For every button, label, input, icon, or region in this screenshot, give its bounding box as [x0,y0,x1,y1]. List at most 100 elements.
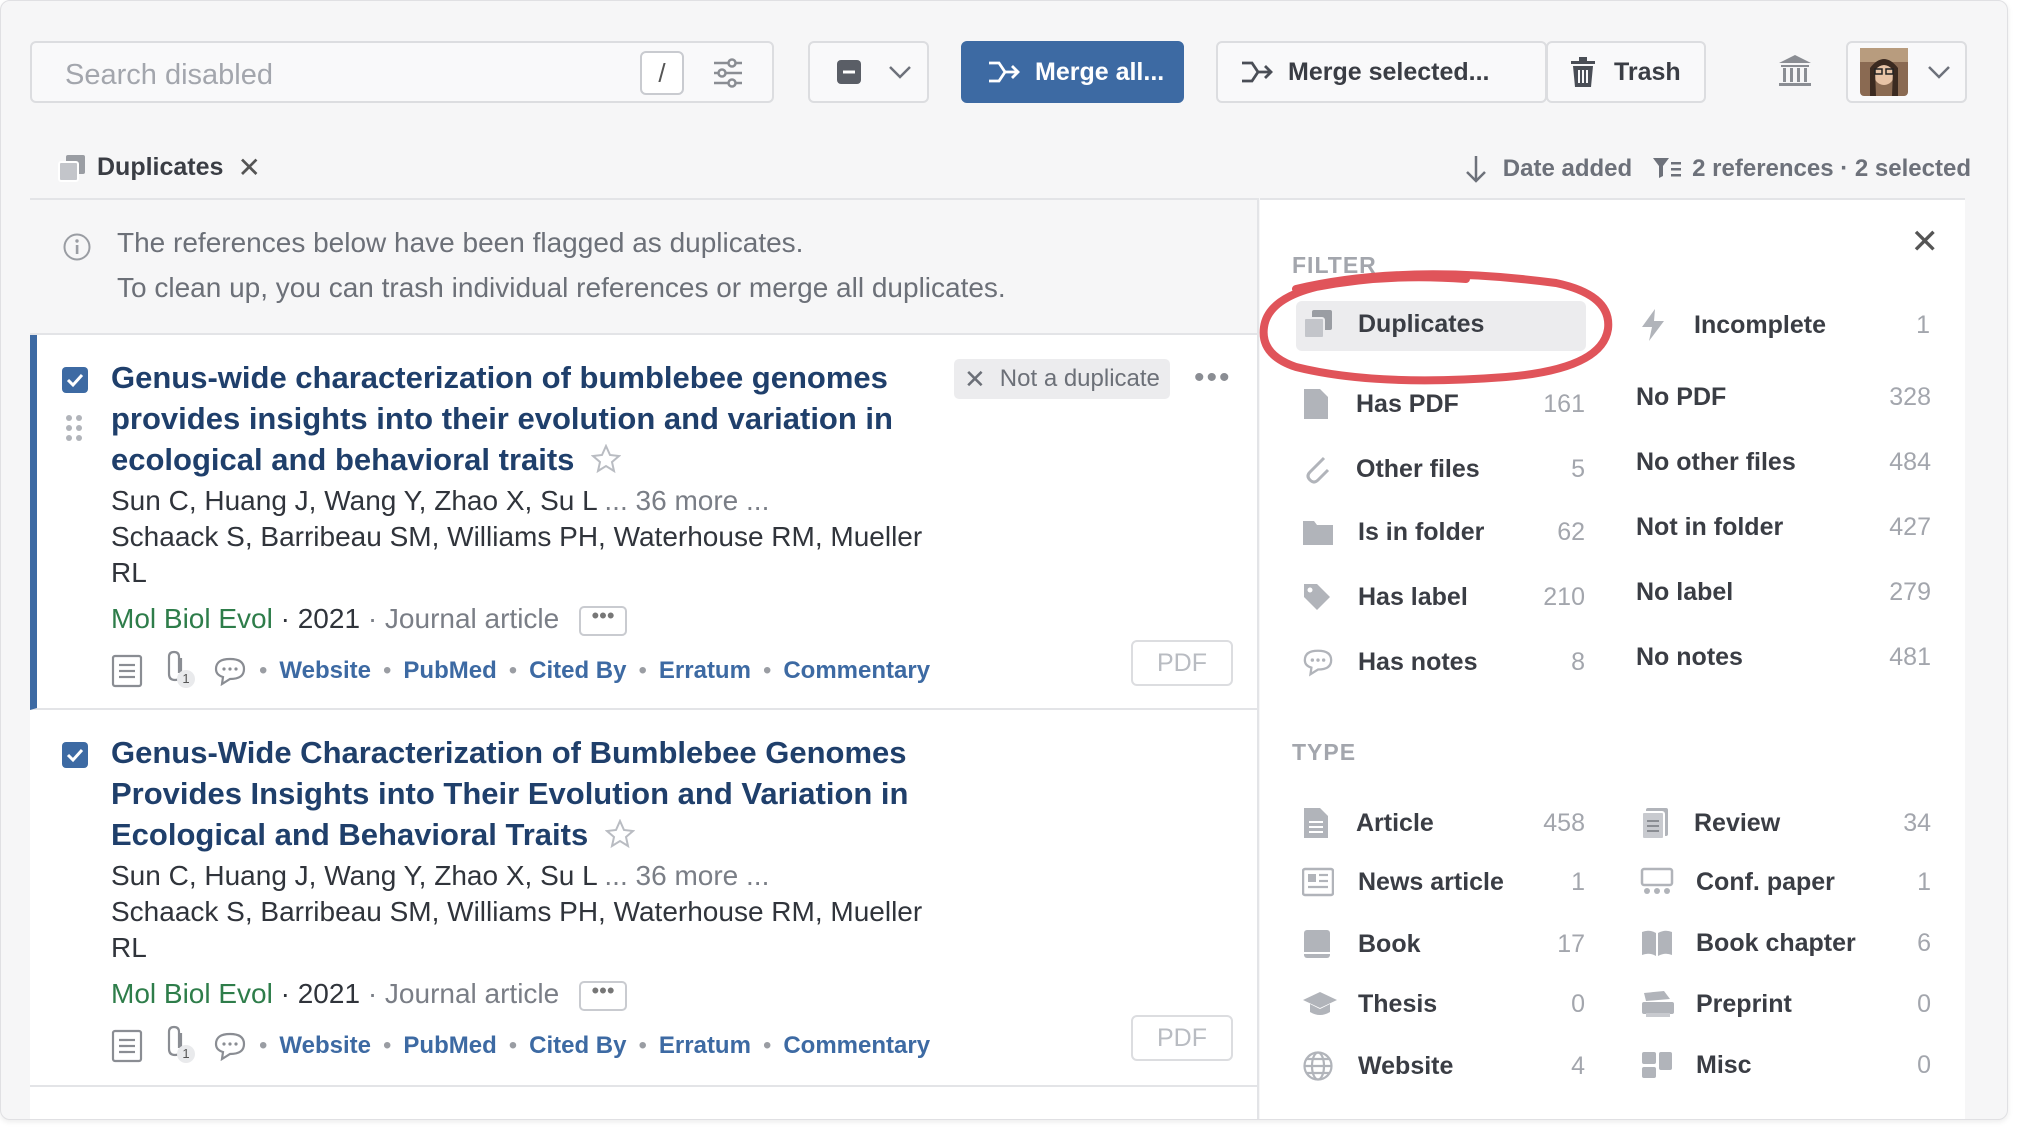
review-icon [1641,808,1668,840]
type-label: Website [1358,1051,1454,1080]
selection-summary: 2 references · 2 selected [1692,155,1971,182]
filter-in-folder[interactable]: Is in folder 62 [1302,517,1585,547]
filter-no-pdf[interactable]: No PDF 328 [1636,383,1931,412]
type-review[interactable]: Review 34 [1640,806,1931,840]
link-commentary[interactable]: Commentary [783,657,930,685]
filter-label: Is in folder [1358,517,1485,546]
filter-has-label[interactable]: Has label 210 [1302,582,1585,612]
attachments[interactable]: 1 [163,1025,195,1066]
close-icon[interactable]: ✕ [1911,222,1940,262]
pdf-button[interactable]: PDF [1131,1015,1233,1061]
merge-all-button[interactable]: Merge all... [961,41,1184,103]
filter-no-notes[interactable]: No notes 481 [1636,643,1931,672]
document-icon[interactable] [111,1029,143,1063]
star-icon[interactable] [604,818,636,849]
app-window: Search disabled / Merge all... Merge sel… [0,0,2008,1120]
type-count: 0 [1917,1050,1931,1079]
type-misc[interactable]: Misc 0 [1640,1050,1931,1080]
link-pubmed[interactable]: PubMed [403,1032,496,1060]
type-preprint[interactable]: Preprint 0 [1640,989,1931,1019]
not-duplicate-button[interactable]: ✕ Not a duplicate [954,359,1170,399]
link-website[interactable]: Website [279,1032,371,1060]
filter-no-other-files[interactable]: No other files 484 [1636,448,1931,477]
filter-label: No label [1636,578,1734,606]
drag-handle-icon[interactable] [63,413,85,443]
filter-label: No other files [1636,448,1796,476]
attachment-count: 1 [177,670,195,688]
link-erratum[interactable]: Erratum [659,1032,751,1060]
document-icon[interactable] [111,654,143,688]
filter-label: Has notes [1358,647,1478,676]
authors-more-link[interactable]: ... 36 more ... [604,860,769,891]
link-website[interactable]: Website [279,657,371,685]
filter-label: No notes [1636,643,1743,671]
filter-no-label[interactable]: No label 279 [1636,578,1931,607]
trash-icon [1571,57,1595,87]
authors-more-link[interactable]: ... 36 more ... [604,485,769,516]
sliders-icon[interactable] [710,55,746,91]
more-info-button[interactable]: ••• [579,979,628,1011]
link-erratum[interactable]: Erratum [659,657,751,685]
comment-icon [1303,649,1333,677]
link-cited-by[interactable]: Cited By [529,1032,626,1060]
select-checkbox[interactable] [62,742,88,768]
institution-icon[interactable] [1777,53,1813,89]
account-menu[interactable] [1846,41,1967,103]
reference-meta: Mol Biol Evol · 2021 · Journal article •… [111,603,628,636]
type-count: 1 [1917,867,1931,896]
type-label: Book [1358,929,1421,958]
reference-item[interactable]: Genus-wide characterization of bumblebee… [30,335,1257,710]
filter-has-pdf[interactable]: Has PDF 161 [1302,387,1585,421]
attachments[interactable]: 1 [163,650,195,691]
type-book[interactable]: Book 17 [1302,928,1585,960]
type-book-chapter[interactable]: Book chapter 6 [1640,928,1931,958]
filter-not-in-folder[interactable]: Not in folder 427 [1636,513,1931,542]
reference-item[interactable]: Genus-Wide Characterization of Bumblebee… [30,710,1257,1087]
filter-label: Not in folder [1636,513,1784,541]
more-options-icon[interactable]: ••• [1194,361,1232,395]
reference-title[interactable]: Genus-wide characterization of bumblebee… [111,357,951,480]
select-all-dropdown[interactable] [808,41,929,103]
type-article[interactable]: Article 458 [1302,806,1585,840]
type-thesis[interactable]: Thesis 0 [1302,989,1585,1019]
link-commentary[interactable]: Commentary [783,1032,930,1060]
comment-icon[interactable] [213,1031,247,1061]
arrow-down-icon[interactable] [1463,154,1489,184]
file-icon [1304,389,1328,419]
link-pubmed[interactable]: PubMed [403,657,496,685]
type-count: 6 [1917,928,1931,957]
star-icon[interactable] [590,443,622,474]
type-conf-paper[interactable]: Conf. paper 1 [1640,867,1931,897]
select-checkbox[interactable] [62,367,88,393]
type-news-article[interactable]: News article 1 [1302,867,1585,897]
link-cited-by[interactable]: Cited By [529,657,626,685]
filter-label: Other files [1356,454,1480,483]
more-info-button[interactable]: ••• [579,604,628,636]
reference-title-text[interactable]: Genus-Wide Characterization of Bumblebee… [111,735,908,852]
type-count: 34 [1903,808,1931,837]
search-input[interactable]: Search disabled [65,59,273,92]
merge-selected-button[interactable]: Merge selected... [1216,41,1547,103]
journal-name[interactable]: Mol Biol Evol [111,603,273,634]
type-label: Article [1356,808,1434,837]
search-box[interactable]: Search disabled / [30,41,774,103]
type-label: Misc [1696,1050,1752,1079]
reference-title[interactable]: Genus-Wide Characterization of Bumblebee… [111,732,951,855]
filter-has-notes[interactable]: Has notes 8 [1302,647,1585,677]
pdf-button[interactable]: PDF [1131,640,1233,686]
pub-year: 2021 [297,978,361,1009]
avatar [1860,48,1908,96]
reference-title-text[interactable]: Genus-wide characterization of bumblebee… [111,360,893,477]
duplicates-notice: The references below have been flagged a… [30,200,1257,335]
filter-incomplete[interactable]: Incomplete 1 [1640,308,1930,342]
merge-selected-label: Merge selected... [1288,57,1490,86]
filter-list-icon[interactable] [1652,156,1682,182]
book-icon [1304,930,1330,958]
close-icon[interactable]: ✕ [237,151,260,184]
type-website[interactable]: Website 4 [1302,1050,1585,1082]
comment-icon[interactable] [213,656,247,686]
journal-name[interactable]: Mol Biol Evol [111,978,273,1009]
sort-field[interactable]: Date added [1503,155,1632,183]
filter-other-files[interactable]: Other files 5 [1302,452,1585,486]
trash-button[interactable]: Trash [1546,41,1706,103]
